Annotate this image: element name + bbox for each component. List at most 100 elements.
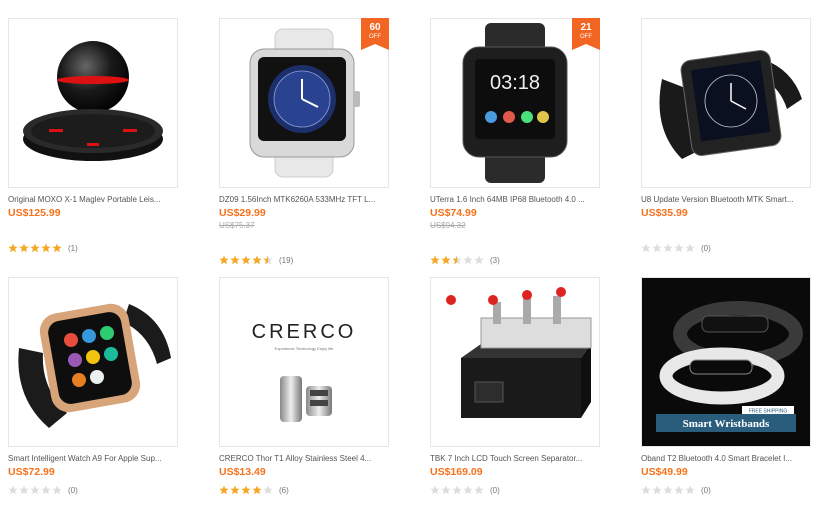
star-icon: [674, 485, 684, 495]
review-count[interactable]: (3): [490, 256, 500, 265]
discount-percent: 60: [369, 22, 381, 33]
star-icon: [219, 255, 229, 265]
discount-badge: 21 OFF: [572, 18, 600, 50]
star-icon: [474, 485, 484, 495]
product-image[interactable]: [8, 18, 178, 188]
product-title[interactable]: CRERCO Thor T1 Alloy Stainless Steel 4..…: [219, 454, 387, 463]
product-title[interactable]: Oband T2 Bluetooth 4.0 Smart Bracelet I.…: [641, 454, 809, 463]
product-rating: (19): [219, 254, 293, 266]
product-card[interactable]: Smart Intelligent Watch A9 For Apple Sup…: [8, 277, 178, 513]
original-price: US$94.32: [430, 221, 466, 230]
maglev-speaker-image: [23, 41, 163, 161]
product-grid: Original MOXO X-1 Maglev Portable Leis..…: [0, 0, 820, 499]
review-count[interactable]: (0): [701, 244, 711, 253]
star-icon: [219, 485, 229, 495]
star-rating: [219, 485, 273, 495]
product-rating: (0): [641, 484, 711, 496]
star-rating: [8, 243, 62, 253]
star-icon: [441, 255, 451, 265]
product-title[interactable]: Smart Intelligent Watch A9 For Apple Sup…: [8, 454, 176, 463]
star-icon: [252, 255, 262, 265]
product-card[interactable]: 03:18 21 OFF UTerra 1.6 Inch 64MB IP68 B…: [430, 18, 600, 265]
star-icon: [641, 485, 651, 495]
star-icon: [652, 243, 662, 253]
product-card[interactable]: Smart Wristbands FREE SHIPPING Oband T2 …: [641, 277, 811, 513]
smart-bracelet-image: Smart Wristbands FREE SHIPPING: [656, 301, 803, 432]
star-icon: [41, 243, 51, 253]
star-icon: [674, 243, 684, 253]
product-rating: (3): [430, 254, 500, 266]
discount-off-label: OFF: [369, 34, 381, 40]
star-icon: [252, 485, 262, 495]
product-image[interactable]: Smart Wristbands FREE SHIPPING: [641, 277, 811, 447]
product-title[interactable]: U8 Update Version Bluetooth MTK Smart...: [641, 195, 809, 204]
product-rating: (0): [641, 242, 711, 254]
product-image[interactable]: [641, 18, 811, 188]
product-rating: (0): [8, 484, 78, 496]
product-card[interactable]: CRERCO Experience Technology Enjoy life …: [219, 277, 389, 513]
star-rating: [219, 255, 273, 265]
star-icon: [30, 243, 40, 253]
product-price: US$169.09: [430, 466, 483, 478]
star-rating: [430, 255, 484, 265]
star-icon: [263, 255, 273, 265]
product-image[interactable]: CRERCO Experience Technology Enjoy life: [219, 277, 389, 447]
star-icon: [652, 485, 662, 495]
star-icon: [241, 255, 251, 265]
product-price: US$35.99: [641, 207, 688, 219]
star-icon: [41, 485, 51, 495]
promo-banner: Smart Wristbands: [683, 418, 770, 430]
review-count[interactable]: (0): [701, 486, 711, 495]
review-count[interactable]: (19): [279, 256, 293, 265]
product-card[interactable]: TBK 7 Inch LCD Touch Screen Separator...…: [430, 277, 600, 513]
star-icon: [52, 485, 62, 495]
star-icon: [463, 255, 473, 265]
star-icon: [441, 485, 451, 495]
product-card[interactable]: Original MOXO X-1 Maglev Portable Leis..…: [8, 18, 178, 254]
promo-sub-banner: FREE SHIPPING: [749, 409, 788, 415]
star-icon: [230, 255, 240, 265]
car-charger-image: CRERCO Experience Technology Enjoy life: [252, 321, 357, 422]
discount-off-label: OFF: [580, 34, 592, 40]
product-title[interactable]: TBK 7 Inch LCD Touch Screen Separator...: [430, 454, 598, 463]
gold-smartwatch-image: [18, 303, 171, 428]
star-icon: [8, 243, 18, 253]
review-count[interactable]: (0): [490, 486, 500, 495]
product-price: US$49.99: [641, 466, 688, 478]
product-price: US$125.99: [8, 207, 61, 219]
product-rating: (0): [430, 484, 500, 496]
star-icon: [685, 243, 695, 253]
svg-text:03:18: 03:18: [490, 72, 540, 94]
product-title[interactable]: Original MOXO X-1 Maglev Portable Leis..…: [8, 195, 176, 204]
review-count[interactable]: (6): [279, 486, 289, 495]
star-rating: [641, 485, 695, 495]
product-rating: (6): [219, 484, 289, 496]
product-image[interactable]: [8, 277, 178, 447]
product-price: US$72.99: [8, 466, 55, 478]
product-image[interactable]: [430, 277, 600, 447]
black-smartwatch-image: [659, 49, 802, 159]
star-icon: [430, 485, 440, 495]
star-icon: [452, 255, 462, 265]
star-icon: [430, 255, 440, 265]
product-card[interactable]: 60 OFF DZ09 1.56Inch MTK6260A 533MHz TFT…: [219, 18, 389, 265]
product-title[interactable]: UTerra 1.6 Inch 64MB IP68 Bluetooth 4.0 …: [430, 195, 598, 204]
star-icon: [263, 485, 273, 495]
original-price: US$75.37: [219, 221, 255, 230]
star-rating: [430, 485, 484, 495]
lcd-separator-image: [446, 287, 592, 418]
discount-percent: 21: [580, 22, 592, 33]
product-title[interactable]: DZ09 1.56Inch MTK6260A 533MHz TFT L...: [219, 195, 387, 204]
star-icon: [230, 485, 240, 495]
discount-badge: 60 OFF: [361, 18, 389, 50]
review-count[interactable]: (1): [68, 244, 78, 253]
product-price: US$74.99: [430, 207, 477, 219]
product-card[interactable]: U8 Update Version Bluetooth MTK Smart...…: [641, 18, 811, 254]
star-icon: [452, 485, 462, 495]
star-icon: [241, 485, 251, 495]
star-rating: [641, 243, 695, 253]
brand-logo: CRERCO: [252, 321, 357, 343]
review-count[interactable]: (0): [68, 486, 78, 495]
star-icon: [685, 485, 695, 495]
star-icon: [30, 485, 40, 495]
